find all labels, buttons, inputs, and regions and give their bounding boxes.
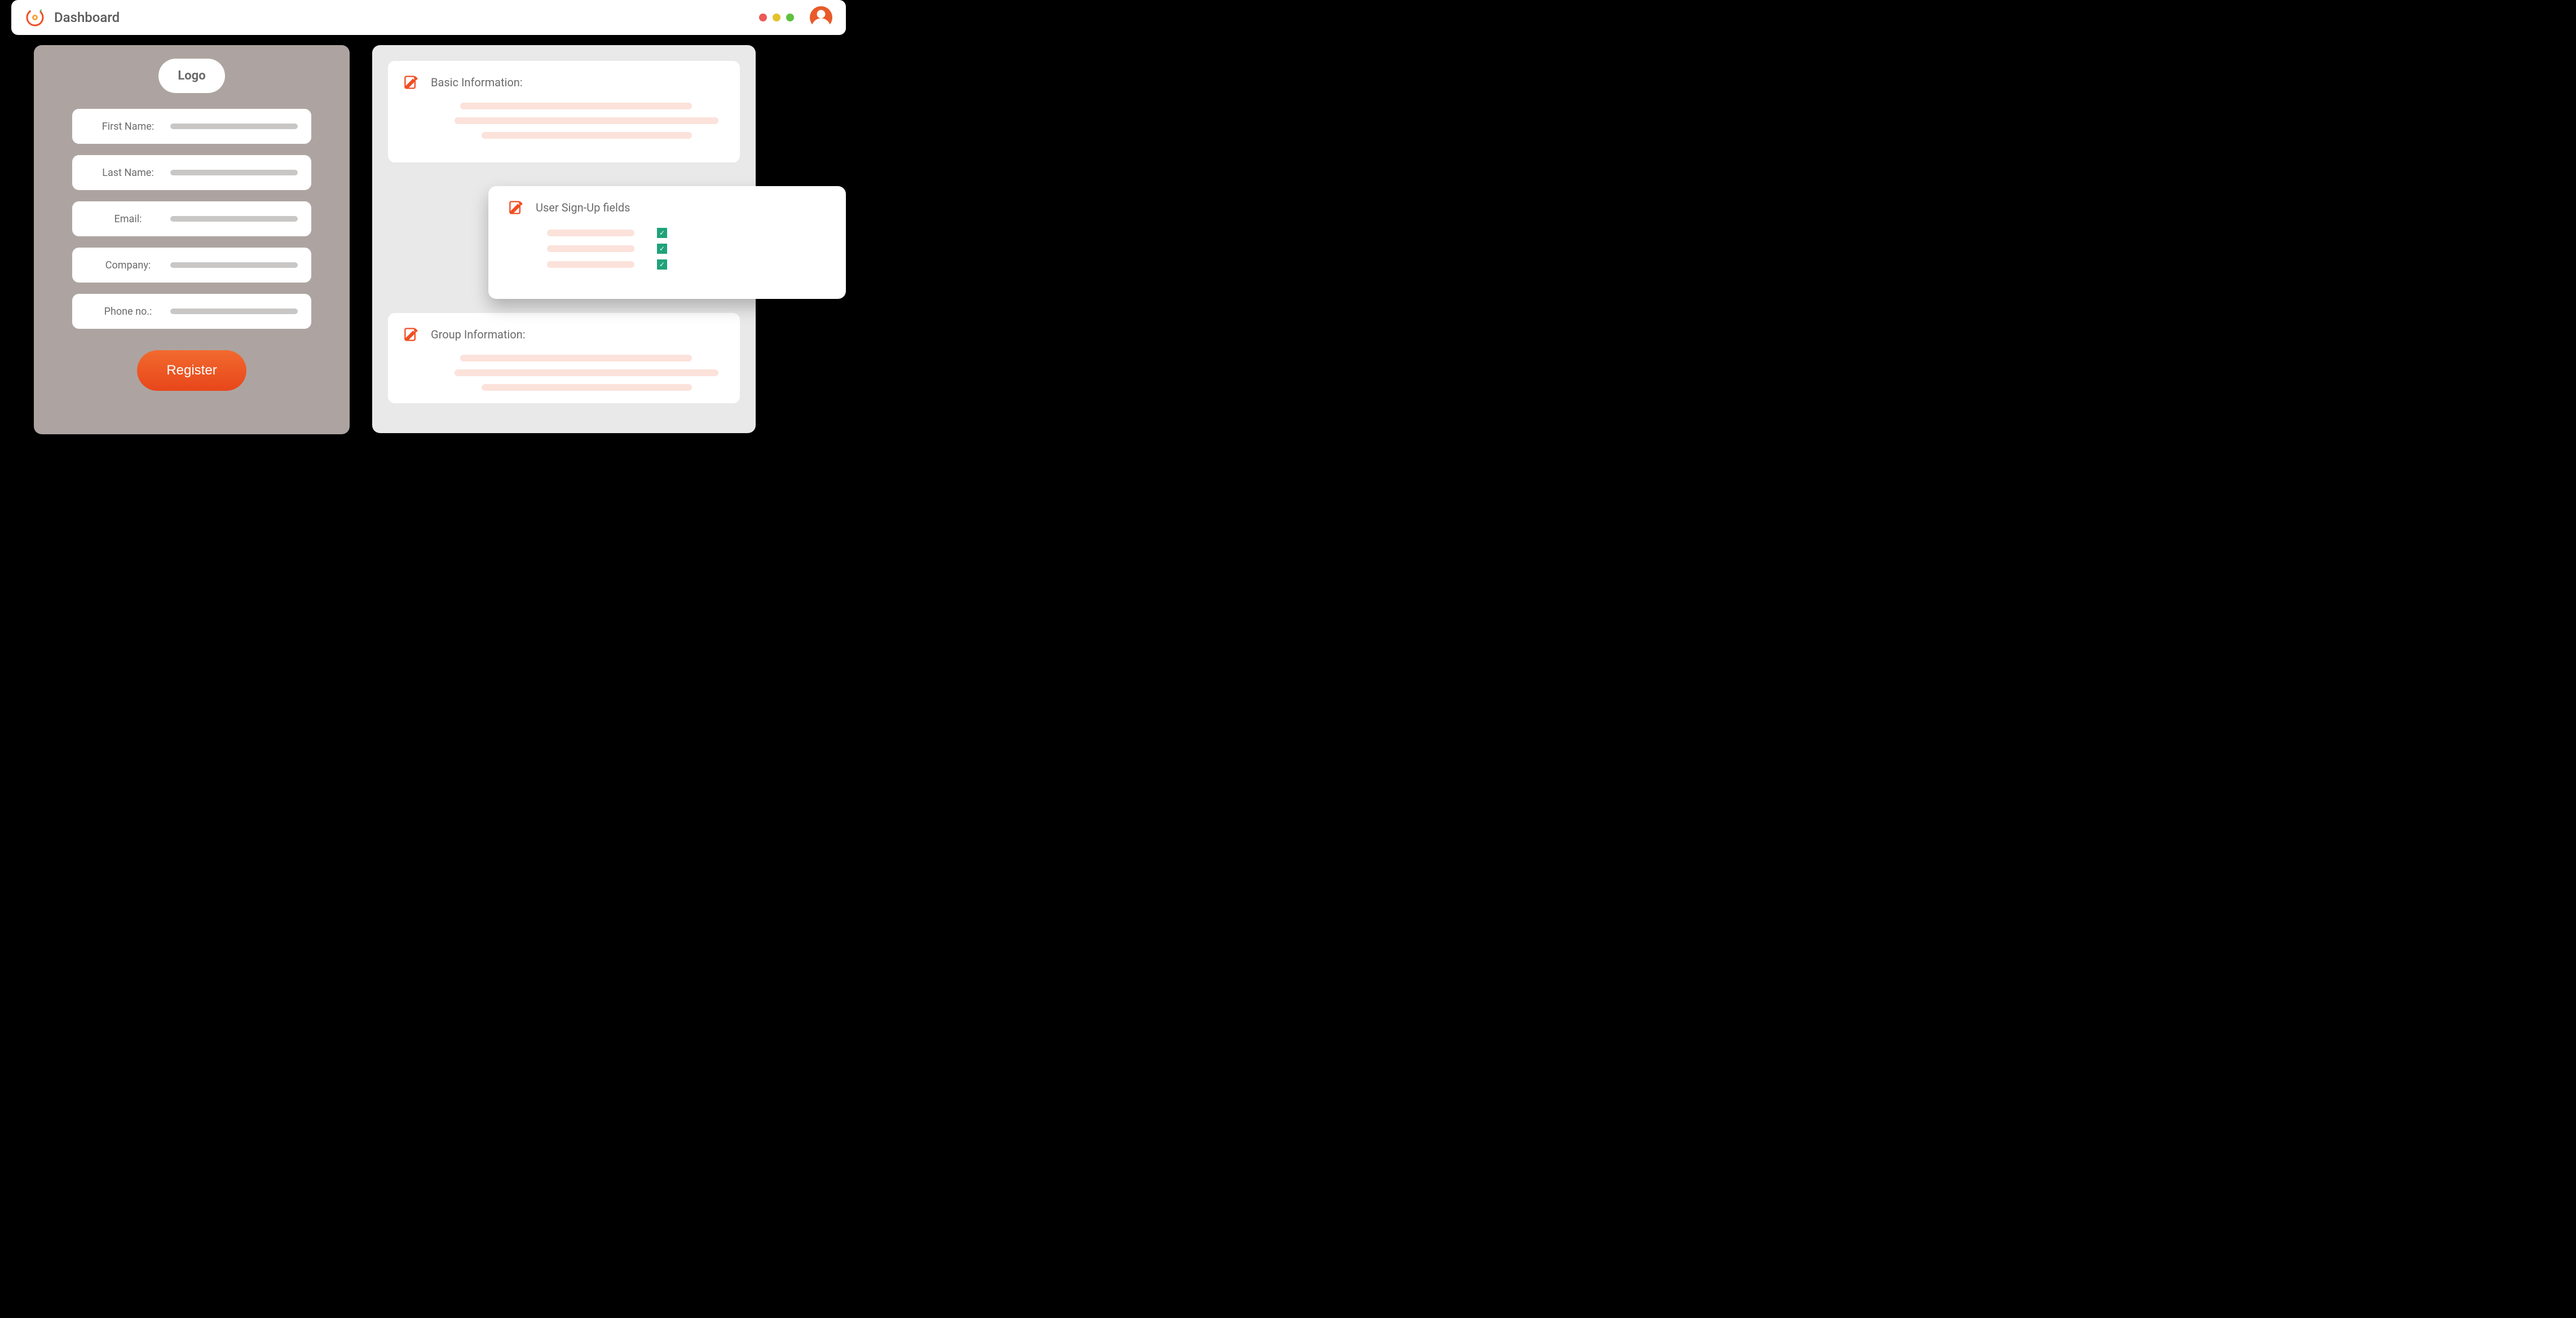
last-name-label: Last Name: xyxy=(86,167,170,179)
registration-form-panel: Logo First Name: Last Name: Email: Compa… xyxy=(34,45,350,434)
window-close-dot[interactable] xyxy=(759,14,767,21)
placeholder-line xyxy=(460,355,692,362)
check-icon[interactable]: ✓ xyxy=(657,228,667,238)
edit-icon[interactable] xyxy=(509,200,524,215)
page-title: Dashboard xyxy=(54,10,120,25)
group-information-body xyxy=(404,355,724,391)
company-field[interactable]: Company: xyxy=(72,248,311,283)
placeholder-line xyxy=(455,369,718,376)
group-information-title: Group Information: xyxy=(431,328,526,341)
first-name-field[interactable]: First Name: xyxy=(72,109,311,144)
placeholder-line xyxy=(547,230,634,236)
app-logo-icon xyxy=(25,7,45,28)
signup-field-row: ✓ xyxy=(547,259,826,270)
app-header: Dashboard xyxy=(11,0,846,35)
first-name-label: First Name: xyxy=(86,121,170,133)
edit-icon[interactable] xyxy=(404,74,420,90)
signup-fields-list: ✓ ✓ ✓ xyxy=(509,228,826,270)
basic-information-title: Basic Information: xyxy=(431,76,523,89)
phone-label: Phone no.: xyxy=(86,306,170,318)
basic-information-card: Basic Information: xyxy=(388,61,740,162)
placeholder-line xyxy=(547,261,634,268)
logo-placeholder: Logo xyxy=(158,59,224,93)
phone-field[interactable]: Phone no.: xyxy=(72,294,311,329)
register-button[interactable]: Register xyxy=(137,350,246,391)
window-controls xyxy=(759,6,832,29)
group-information-card: Group Information: xyxy=(388,313,740,403)
phone-input[interactable] xyxy=(170,308,298,314)
last-name-input[interactable] xyxy=(170,170,298,175)
placeholder-line xyxy=(547,245,634,252)
last-name-field[interactable]: Last Name: xyxy=(72,155,311,190)
user-signup-fields-card: User Sign-Up fields ✓ ✓ ✓ xyxy=(488,186,846,299)
edit-icon[interactable] xyxy=(404,327,420,342)
signup-field-row: ✓ xyxy=(547,244,826,254)
email-label: Email: xyxy=(86,213,170,225)
check-icon[interactable]: ✓ xyxy=(657,244,667,254)
placeholder-line xyxy=(460,103,692,109)
check-icon[interactable]: ✓ xyxy=(657,259,667,270)
placeholder-line xyxy=(455,117,718,124)
email-input[interactable] xyxy=(170,216,298,222)
first-name-input[interactable] xyxy=(170,124,298,129)
signup-field-row: ✓ xyxy=(547,228,826,238)
company-input[interactable] xyxy=(170,262,298,268)
email-field[interactable]: Email: xyxy=(72,201,311,236)
user-avatar-icon[interactable] xyxy=(810,6,832,29)
placeholder-line xyxy=(482,132,692,139)
basic-information-body xyxy=(404,103,724,139)
company-label: Company: xyxy=(86,259,170,271)
user-signup-fields-title: User Sign-Up fields xyxy=(536,201,630,214)
window-minimize-dot[interactable] xyxy=(773,14,780,21)
placeholder-line xyxy=(482,384,692,391)
window-maximize-dot[interactable] xyxy=(786,14,794,21)
